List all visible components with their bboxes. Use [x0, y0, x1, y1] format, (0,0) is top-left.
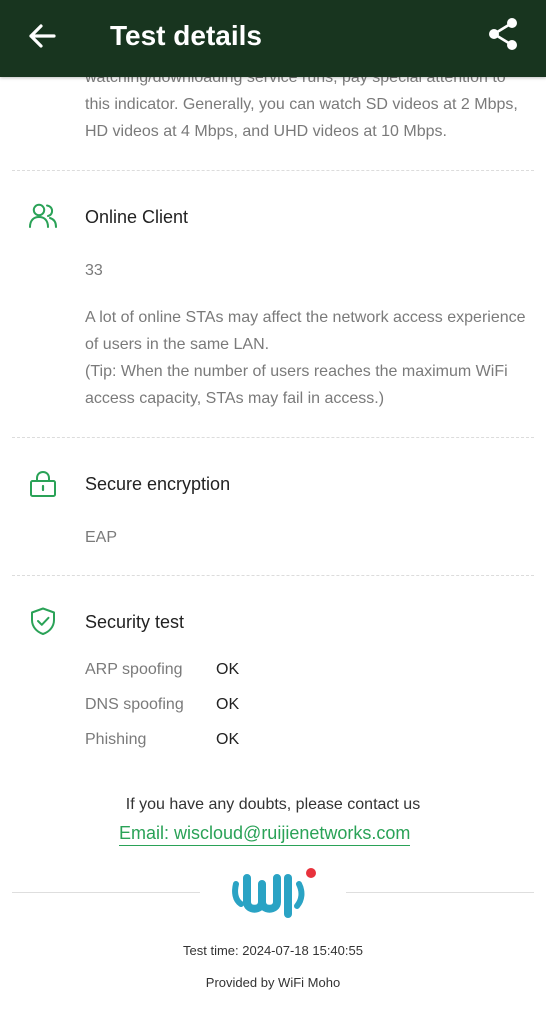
- provided-by: Provided by WiFi Moho: [205, 975, 341, 990]
- users-icon: [29, 203, 57, 228]
- secure-encryption-title: Secure encryption: [85, 474, 231, 494]
- secure-encryption-value: EAP: [85, 529, 118, 546]
- page-title: Test details: [110, 20, 262, 51]
- online-client-title: Online Client: [85, 207, 189, 227]
- online-client-tip: (Tip: When the number of users reaches t…: [85, 363, 508, 407]
- lock-icon: [30, 470, 56, 497]
- share-button[interactable]: [486, 16, 522, 52]
- section-divider: [12, 437, 534, 438]
- share-icon: [489, 18, 517, 50]
- test-time: Test time: 2024-07-18 15:40:55: [183, 943, 363, 958]
- contact-text: If you have any doubts, please contact u…: [125, 796, 421, 813]
- back-button[interactable]: [24, 18, 60, 54]
- phishing-result: OK: [216, 731, 240, 748]
- shield-check-icon: [31, 607, 55, 635]
- online-client-description: A lot of online STAs may affect the netw…: [85, 304, 530, 412]
- dns-spoofing-result: OK: [216, 696, 240, 713]
- arrow-left-icon: [29, 24, 56, 48]
- email-link[interactable]: Email: wiscloud@ruijienetworks.com: [119, 821, 411, 846]
- app-header: Test details: [0, 0, 546, 77]
- section-divider: [12, 575, 534, 576]
- arp-spoofing-label: ARP spoofing: [85, 661, 183, 678]
- arp-spoofing-result: OK: [216, 661, 240, 678]
- online-client-value: 33: [85, 262, 103, 279]
- footer-divider-right: [346, 892, 534, 893]
- online-client-description-text: A lot of online STAs may affect the netw…: [85, 309, 526, 353]
- dns-spoofing-label: DNS spoofing: [85, 696, 184, 713]
- section-divider: [12, 170, 534, 171]
- wifi-moho-logo: [232, 868, 316, 918]
- footer-divider-left: [12, 892, 200, 893]
- security-test-title: Security test: [85, 612, 185, 632]
- phishing-label: Phishing: [85, 731, 147, 748]
